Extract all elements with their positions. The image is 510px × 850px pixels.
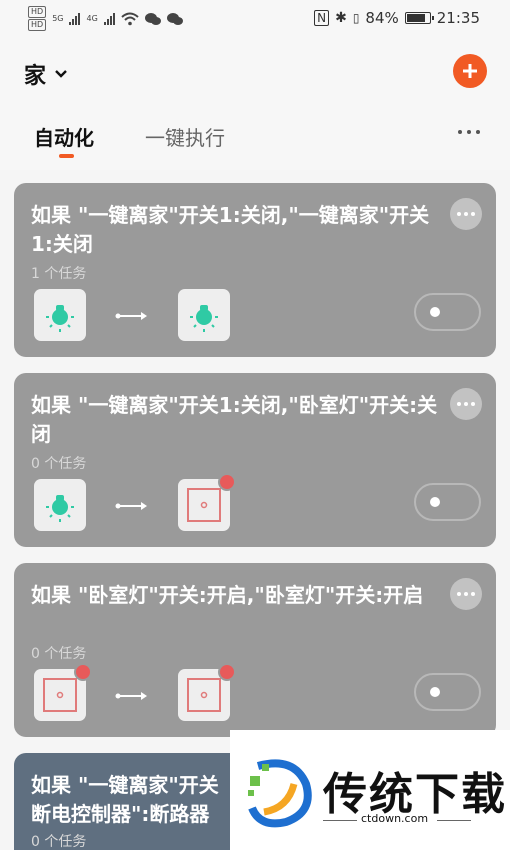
arrow-icon [115, 312, 147, 320]
lamp-icon [34, 289, 86, 341]
automation-card[interactable]: 如果 "一键离家"开关1:关闭,"卧室灯"开关:关闭 0 个任务 [14, 373, 496, 547]
card-task-count: 0 个任务 [31, 834, 87, 850]
tab-automation[interactable]: 自动化 [34, 122, 94, 151]
lamp-icon [178, 289, 230, 341]
vibrate-icon: ▯ [352, 11, 360, 25]
offline-badge-icon [218, 473, 236, 491]
more-options-icon[interactable] [458, 130, 480, 134]
card-more-button[interactable] [450, 578, 482, 610]
card-task-count: 0 个任务 [31, 646, 87, 662]
card-more-button[interactable] [450, 198, 482, 230]
arrow-icon [115, 692, 147, 700]
card-task-count: 0 个任务 [31, 456, 87, 472]
socket-icon [178, 473, 236, 531]
card-title: 如果 "一键离家"开关1:关闭,"卧室灯"开关:关闭 [31, 393, 438, 446]
bluetooth-icon: ✱ [335, 10, 347, 26]
clock: 21:35 [436, 9, 480, 27]
nfc-icon: N [314, 10, 330, 26]
tab-one-click[interactable]: 一键执行 [145, 122, 225, 151]
automation-card[interactable]: 如果 "卧室灯"开关:开启,"卧室灯"开关:开启 0 个任务 [14, 563, 496, 737]
enable-toggle[interactable] [414, 483, 481, 521]
offline-badge-icon [218, 663, 236, 681]
hd-badge: HD [28, 6, 47, 18]
status-left: HD HD 5G 4G [28, 6, 183, 31]
card-task-count: 1 个任务 [31, 266, 87, 282]
wechat-icon [166, 12, 183, 25]
watermark-divider [437, 820, 471, 821]
active-tab-indicator [59, 154, 74, 158]
arrow-icon [115, 502, 147, 510]
battery-fill [406, 14, 425, 22]
card-title: 如果 "一键离家"开关 断电控制器":断路器 [31, 773, 219, 826]
socket-icon [178, 663, 236, 721]
signal-icon [69, 12, 81, 25]
card-title: 如果 "一键离家"开关1:关闭,"一键离家"开关1:关闭 [31, 203, 430, 256]
wifi-icon [121, 12, 139, 25]
home-title: 家 [24, 64, 47, 89]
enable-toggle[interactable] [414, 293, 481, 331]
watermark-logo-icon [248, 759, 312, 828]
wechat-icon [144, 12, 161, 25]
plus-icon [463, 64, 477, 78]
battery-percent: 84% [365, 9, 399, 27]
socket-icon [34, 663, 92, 721]
status-bar: HD HD 5G 4G N ✱ ▯ 84% 21:35 [0, 0, 510, 40]
network-5g-label: 5G [52, 14, 64, 23]
status-right: N ✱ ▯ 84% 21:35 [314, 9, 480, 27]
offline-badge-icon [74, 663, 92, 681]
card-title: 如果 "卧室灯"开关:开启,"卧室灯"开关:开启 [31, 583, 424, 607]
card-more-button[interactable] [450, 388, 482, 420]
network-4g-label: 4G [86, 14, 98, 23]
hd-badges: HD HD [28, 6, 47, 31]
watermark-url: ctdown.com [361, 812, 429, 825]
home-selector[interactable]: 家 [24, 58, 68, 90]
hd-badge: HD [28, 19, 47, 31]
watermark-overlay: 传统下载 ctdown.com [230, 730, 510, 850]
lamp-icon [34, 479, 86, 531]
automation-card[interactable]: 如果 "一键离家"开关1:关闭,"一键离家"开关1:关闭 1 个任务 [14, 183, 496, 357]
enable-toggle[interactable] [414, 673, 481, 711]
watermark-divider [323, 820, 357, 821]
add-button[interactable] [453, 54, 487, 88]
chevron-down-icon [55, 70, 67, 78]
signal-icon [103, 12, 115, 25]
header: 家 自动化 一键执行 [0, 40, 510, 170]
battery-icon [404, 12, 434, 24]
